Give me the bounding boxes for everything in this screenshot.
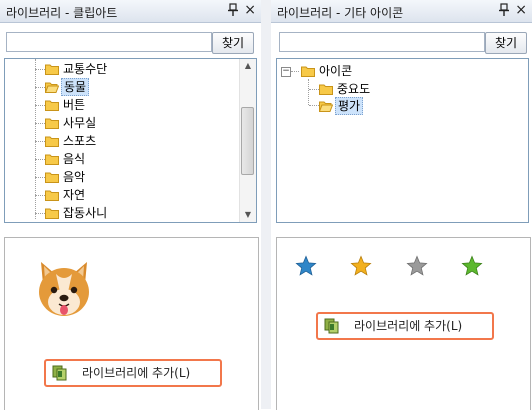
other-icons-library-panel: 라이브러리 - 기타 아이콘 × 찾기 − 아이콘 중요도 평가 라이브러리에 … — [271, 0, 532, 410]
left-panel-title: 라이브러리 - 클립아트 — [6, 6, 118, 20]
open-folder-icon — [45, 82, 59, 93]
folder-icon — [45, 136, 59, 147]
folder-icon — [45, 190, 59, 201]
close-icon[interactable]: × — [244, 2, 256, 18]
pin-icon[interactable] — [227, 3, 239, 17]
scroll-up-icon[interactable]: ▲ — [240, 59, 256, 73]
left-preview-area: 라이브러리에 추가(L) — [4, 237, 259, 410]
right-search-row: 찾기 — [271, 32, 532, 54]
folder-icon — [301, 66, 315, 77]
dog-face-icon[interactable] — [35, 258, 93, 320]
right-add-to-library-button[interactable]: 라이브러리에 추가(L) — [316, 312, 494, 340]
folder-icon — [319, 84, 333, 95]
scroll-down-icon[interactable]: ▼ — [240, 208, 256, 222]
left-category-tree[interactable]: 교통수단 동물 버튼 사무실 스포츠 음식 음악 자연 잡동사니 ▲ ▼ — [4, 58, 257, 223]
open-folder-icon — [319, 101, 333, 112]
folder-icon — [45, 64, 59, 75]
clipart-library-panel: 라이브러리 - 클립아트 × 찾기 교통수단 동물 버튼 사무실 스포츠 음식 … — [0, 0, 261, 410]
right-search-input[interactable] — [279, 32, 485, 52]
gold-star-icon[interactable] — [350, 255, 372, 277]
folder-icon — [45, 118, 59, 129]
left-add-to-library-button[interactable]: 라이브러리에 추가(L) — [44, 359, 222, 387]
green-star-icon[interactable] — [461, 255, 483, 277]
close-icon[interactable]: × — [515, 2, 527, 18]
left-titlebar: 라이브러리 - 클립아트 × — [0, 0, 261, 23]
library-add-icon — [324, 318, 339, 334]
pin-icon[interactable] — [498, 3, 510, 17]
collapse-toggle-icon[interactable]: − — [281, 67, 291, 77]
right-titlebar: 라이브러리 - 기타 아이콘 × — [271, 0, 532, 23]
right-category-tree[interactable]: − 아이콘 중요도 평가 — [276, 58, 529, 223]
right-panel-title: 라이브러리 - 기타 아이콘 — [277, 6, 404, 20]
gray-star-icon[interactable] — [406, 255, 428, 277]
panel-divider — [261, 0, 271, 409]
tree-scrollbar[interactable]: ▲ ▼ — [239, 59, 256, 222]
left-search-input[interactable] — [6, 32, 212, 52]
right-preview-area: 라이브러리에 추가(L) — [276, 237, 531, 410]
left-search-row: 찾기 — [0, 32, 261, 54]
folder-icon — [45, 208, 59, 219]
folder-icon — [45, 154, 59, 165]
blue-star-icon[interactable] — [295, 255, 317, 277]
left-find-button[interactable]: 찾기 — [212, 32, 254, 54]
folder-icon — [45, 172, 59, 183]
scroll-thumb[interactable] — [241, 107, 254, 175]
library-add-icon — [52, 365, 67, 381]
folder-icon — [45, 100, 59, 111]
right-find-button[interactable]: 찾기 — [485, 32, 527, 54]
